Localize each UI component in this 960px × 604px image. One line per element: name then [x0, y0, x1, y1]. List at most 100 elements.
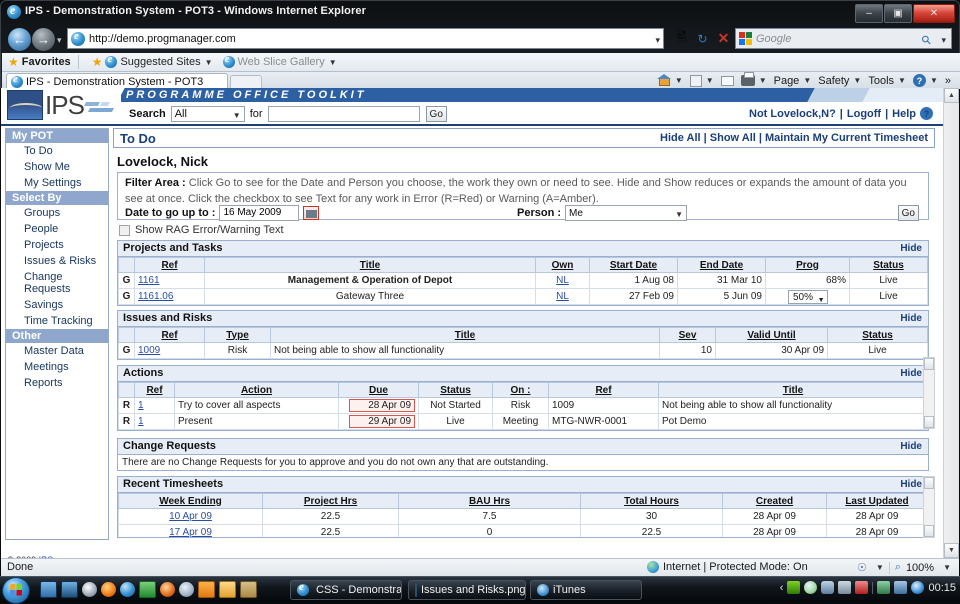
sidebar-item-issues-risks[interactable]: Issues & Risks — [6, 253, 108, 269]
disc-icon[interactable] — [179, 582, 194, 597]
app-search-go-button[interactable]: Go — [425, 106, 447, 122]
help-icon[interactable]: ? — [920, 107, 933, 120]
table-row[interactable]: R 1 Present 29 Apr 09 Live Meeting MTG-N… — [118, 413, 928, 430]
search-provider-caret-icon[interactable]: ▾ — [941, 35, 946, 46]
show-desktop-icon[interactable] — [40, 581, 57, 598]
sidebar-item-savings[interactable]: Savings — [6, 297, 108, 313]
col-due[interactable]: Due — [338, 382, 419, 398]
col-ref[interactable]: Ref — [134, 257, 205, 273]
internet-explorer-icon[interactable] — [120, 582, 135, 597]
section-hide-link[interactable]: Hide — [900, 479, 922, 490]
actions-scrollbar[interactable] — [923, 357, 935, 429]
section-hide-link[interactable]: Hide — [900, 243, 922, 254]
page-menu-button[interactable]: Page ▼ — [771, 73, 815, 88]
suggested-sites-item[interactable]: Suggested Sites ▼ — [105, 53, 213, 68]
page-scrollbar[interactable]: ▲ ▼ — [943, 88, 959, 558]
firefox-icon[interactable] — [101, 582, 116, 597]
section-hide-link[interactable]: Hide — [900, 313, 922, 324]
browser-search-box[interactable]: Google ⚲ ▾ — [735, 28, 952, 49]
taskbar-button-issues-and-risks[interactable]: Issues and Risks.png... — [408, 580, 526, 600]
tray-clock[interactable]: 00:15 — [928, 582, 956, 594]
week-ending-link[interactable]: 10 Apr 09 — [169, 511, 212, 522]
col-rag[interactable] — [118, 257, 135, 273]
window-switcher-icon[interactable] — [61, 581, 78, 598]
sidebar-item-change-requests[interactable]: Change Requests — [6, 269, 108, 297]
search-scope-select[interactable]: All ▼ — [170, 106, 245, 122]
col-title[interactable]: Title — [270, 327, 660, 343]
sidebar-item-people[interactable]: People — [6, 221, 108, 237]
table-row[interactable]: G 1009 Risk Not being able to show all f… — [118, 342, 928, 359]
start-button[interactable] — [2, 577, 30, 604]
printer-tray-icon[interactable] — [894, 581, 908, 594]
sidebar-item-projects[interactable]: Projects — [6, 237, 108, 253]
network-icon[interactable] — [838, 581, 852, 594]
chevron-down-icon[interactable]: ▼ — [943, 563, 951, 572]
col-total-hours[interactable]: Total Hours — [580, 493, 723, 509]
recent-pages-caret-icon[interactable]: ▾ — [57, 35, 62, 46]
date-input[interactable]: 16 May 2009 — [219, 205, 300, 221]
col-ref[interactable]: Ref — [134, 382, 175, 398]
tools-menu-button[interactable]: Tools ▼ — [865, 73, 909, 88]
logoff-link[interactable]: Logoff — [847, 108, 881, 120]
section-hide-link[interactable]: Hide — [900, 368, 922, 379]
antivirus-icon[interactable] — [804, 581, 818, 594]
volume-icon[interactable] — [911, 581, 925, 594]
compatibility-view-icon[interactable]: 🖹 — [673, 29, 690, 48]
sidebar-item-meetings[interactable]: Meetings — [6, 359, 108, 375]
col-end-date[interactable]: End Date — [677, 257, 766, 273]
tray-expand-arrow-icon[interactable]: ‹ — [780, 582, 784, 594]
col-title[interactable]: Title — [204, 257, 536, 273]
table-row[interactable]: G 1161.06 Gateway Three NL 27 Feb 09 5 J… — [118, 288, 928, 305]
col-status[interactable]: Status — [827, 327, 928, 343]
col-title[interactable]: Title — [658, 382, 928, 398]
col-own[interactable]: Own — [535, 257, 590, 273]
scroll-down-arrow-icon[interactable]: ▼ — [944, 543, 959, 558]
sidebar-item-reports[interactable]: Reports — [6, 375, 108, 391]
refresh-icon[interactable]: ↻ — [694, 29, 711, 48]
table-row[interactable]: 17 Apr 09 22.5 0 22.5 28 Apr 09 28 Apr 0… — [118, 524, 928, 537]
feeds-button[interactable]: ▼ — [687, 73, 717, 88]
rag-checkbox[interactable] — [119, 224, 130, 236]
table-row[interactable]: G 1161 Management & Operation of Depot N… — [118, 272, 928, 289]
col-type[interactable]: Type — [204, 327, 271, 343]
col-status[interactable]: Status — [418, 382, 493, 398]
media-player-icon[interactable] — [198, 581, 215, 598]
close-button[interactable]: ✕ — [913, 4, 955, 23]
owner-link[interactable]: NL — [556, 291, 569, 302]
taskbar-button-itunes[interactable]: iTunes — [530, 580, 642, 600]
taskbar-button-css-demonstration[interactable]: CSS - Demonstratio... — [290, 580, 402, 600]
sidebar-item-to-do[interactable]: To Do — [6, 143, 108, 159]
col-ref[interactable]: Ref — [134, 327, 205, 343]
person-select[interactable]: Me ▼ — [565, 205, 688, 221]
col-rag[interactable] — [118, 327, 135, 343]
scroll-up-arrow-icon[interactable]: ▲ — [944, 88, 959, 103]
usb-device-icon[interactable] — [855, 581, 869, 594]
user-status-link[interactable]: Not Lovelock,N? — [749, 108, 836, 120]
week-ending-link[interactable]: 17 Apr 09 — [169, 527, 212, 537]
favorites-label[interactable]: Favorites — [22, 56, 71, 68]
col-last-updated[interactable]: Last Updated — [826, 493, 928, 509]
ref-link[interactable]: 1161 — [138, 275, 160, 286]
sidebar-item-my-settings[interactable]: My Settings — [6, 175, 108, 191]
ref-link[interactable]: 1 — [138, 416, 144, 427]
minimize-button[interactable]: – — [855, 4, 883, 23]
filter-go-button[interactable]: Go — [897, 205, 919, 221]
notepad-icon[interactable] — [139, 581, 156, 598]
forward-button[interactable]: → — [31, 27, 56, 52]
stop-icon[interactable]: ✕ — [715, 29, 732, 48]
help-menu-button[interactable]: ? ▼ — [910, 73, 941, 88]
ref-link[interactable]: 1161.06 — [138, 291, 173, 302]
col-rag[interactable] — [118, 382, 135, 398]
mail-client-icon[interactable] — [219, 581, 236, 598]
signal-strength-icon[interactable] — [787, 581, 801, 594]
ref-link[interactable]: 1009 — [138, 345, 160, 356]
col-action[interactable]: Action — [174, 382, 339, 398]
search-icon[interactable]: ⚲ — [919, 32, 935, 48]
mail-button[interactable] — [718, 73, 737, 88]
col-project-hrs[interactable]: Project Hrs — [262, 493, 399, 509]
table-row[interactable]: R 1 Try to cover all aspects 28 Apr 09 N… — [118, 397, 928, 414]
col-week-ending[interactable]: Week Ending — [118, 493, 263, 509]
address-dropdown-icon[interactable]: ▾ — [655, 35, 660, 46]
security-zone[interactable]: Internet | Protected Mode: On — [647, 561, 808, 573]
sidebar-item-time-tracking[interactable]: Time Tracking — [6, 313, 108, 329]
